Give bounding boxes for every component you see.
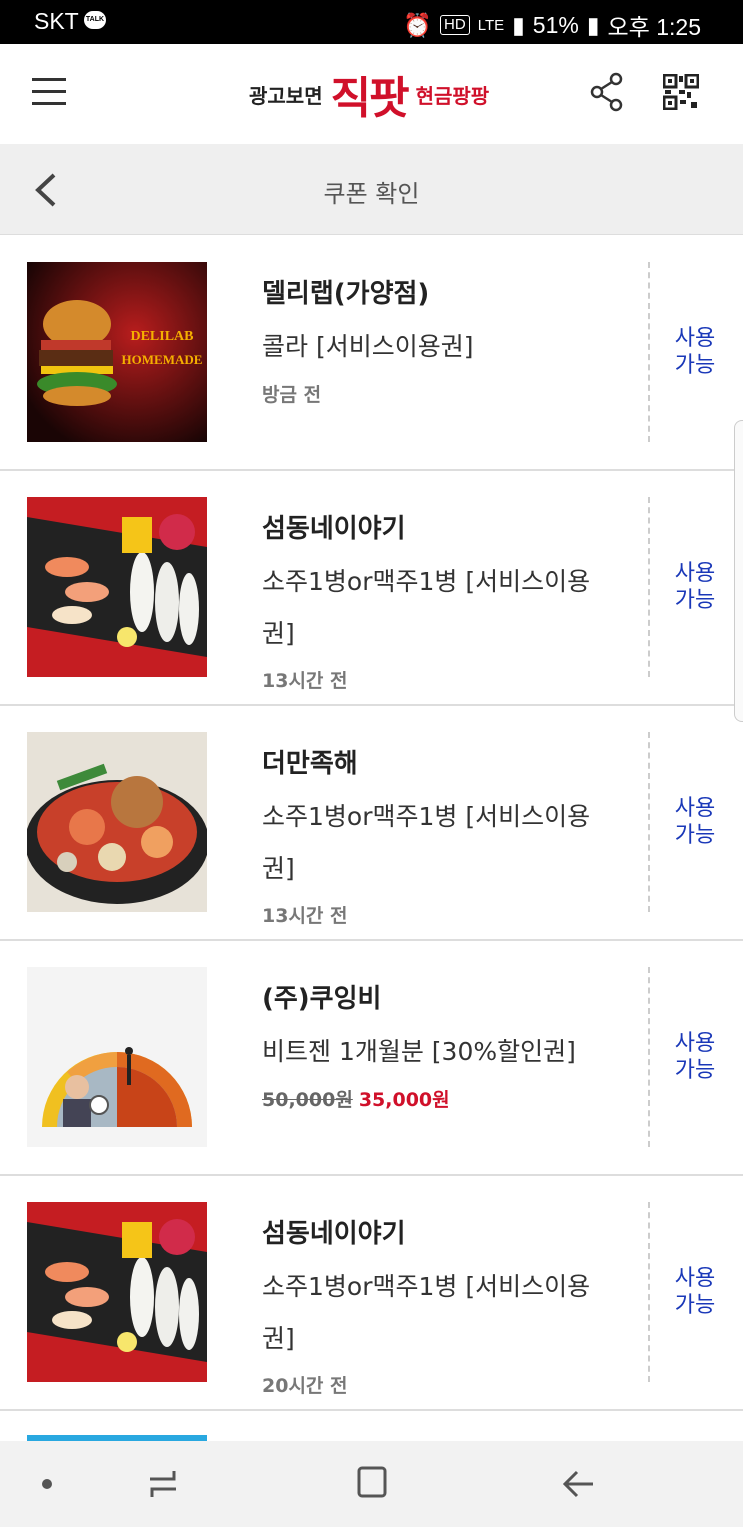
svg-text:DELILAB: DELILAB (130, 329, 193, 344)
coupon-item: 소주1병or맥주1병 [서비스이용권] (262, 802, 591, 883)
assistant-dot-icon[interactable] (42, 1479, 52, 1489)
recent-apps-icon[interactable] (148, 1467, 178, 1501)
coupon-item: 소주1병or맥주1병 [서비스이용권] (262, 567, 591, 648)
hd-voice-icon: HD (440, 15, 470, 35)
status-bar: SKT TALK ⏰ HD LTE ▮ 51% ▮ 오후 1:25 (0, 0, 743, 44)
price: 50,000원 35,000원 (262, 1085, 450, 1112)
issued-time: 20시간 전 (262, 1375, 348, 1397)
use-available-button[interactable]: 사용 가능 (667, 325, 723, 379)
issued-time: 방금 전 (262, 384, 322, 406)
battery-icon: ▮ (586, 11, 600, 38)
share-icon[interactable] (590, 72, 624, 112)
coupon-row[interactable]: (주)쿠잉비 비트젠 1개월분 [30%할인권] 50,000원 35,000원 … (0, 940, 743, 1176)
use-available-button[interactable]: 사용 가능 (667, 795, 723, 849)
gauge-illustration-image (27, 967, 207, 1147)
dashed-divider (648, 497, 650, 677)
clock: 오후 1:25 (607, 14, 701, 40)
coupon-item: 비트젠 1개월분 [30%할인권] (262, 1037, 576, 1066)
coupon-row[interactable]: DELILAB HOMEMADE 델리랩(가양점) 콜라 [서비스이용권] 방금… (0, 235, 743, 471)
coupon-row[interactable]: 더만족해 소주1병or맥주1병 [서비스이용권] 13시간 전 사용 가능 (0, 705, 743, 941)
coupon-item: 소주1병or맥주1병 [서비스이용권] (262, 1272, 591, 1353)
issued-time: 13시간 전 (262, 670, 348, 692)
store-name: 더만족해 (262, 749, 358, 779)
use-available-button[interactable]: 사용 가능 (667, 560, 723, 614)
battery-percent: 51% (532, 11, 579, 38)
carrier-label: SKT (34, 8, 79, 34)
store-name: 섬동네이야기 (262, 1219, 406, 1249)
svg-text:HOMEMADE: HOMEMADE (122, 352, 203, 367)
sushi-platter-image (27, 1202, 207, 1382)
coupon-row[interactable]: 섬동네이야기 소주1병or맥주1병 [서비스이용권] 13시간 전 사용 가능 (0, 470, 743, 706)
logo-prefix: 광고보면 (249, 83, 323, 108)
coupon-item: 콜라 [서비스이용권] (262, 332, 474, 361)
logo-main: 직팟 (330, 73, 410, 124)
sushi-platter-image (27, 497, 207, 677)
logo-suffix: 현금팡팡 (415, 83, 490, 108)
system-nav-bar (0, 1441, 743, 1527)
store-name: (주)쿠잉비 (262, 984, 382, 1014)
original-price: 50,000원 (262, 1089, 353, 1111)
discounted-price: 35,000원 (358, 1089, 450, 1111)
store-name: 섬동네이야기 (262, 514, 406, 544)
home-icon[interactable] (357, 1466, 387, 1498)
use-available-button[interactable]: 사용 가능 (667, 1030, 723, 1084)
kakaotalk-icon: TALK (84, 11, 106, 29)
coupon-row[interactable]: 섬동네이야기 소주1병or맥주1병 [서비스이용권] 20시간 전 사용 가능 (0, 1175, 743, 1411)
lte-icon: LTE (477, 16, 505, 34)
signal-icon: ▮ (512, 11, 525, 38)
dashed-divider (648, 732, 650, 912)
alarm-icon: ⏰ (403, 11, 433, 38)
dashed-divider (648, 1202, 650, 1382)
app-bar: 광고보면 직팟 현금팡팡 (0, 44, 743, 144)
dashed-divider (648, 967, 650, 1147)
burger-image: DELILAB HOMEMADE (27, 262, 207, 442)
sub-header: 쿠폰 확인 (0, 144, 743, 235)
dashed-divider (648, 262, 650, 442)
app-logo: 광고보면 직팟 현금팡팡 (249, 64, 489, 124)
system-back-icon[interactable] (563, 1469, 595, 1499)
issued-time: 13시간 전 (262, 905, 348, 927)
use-available-button[interactable]: 사용 가능 (667, 1265, 723, 1319)
qr-code-icon[interactable] (663, 74, 699, 110)
page-title: 쿠폰 확인 (323, 180, 420, 208)
scrollbar[interactable] (734, 420, 743, 722)
menu-icon[interactable] (32, 78, 66, 106)
seafood-stew-image (27, 732, 207, 912)
store-name: 델리랩(가양점) (262, 279, 430, 309)
